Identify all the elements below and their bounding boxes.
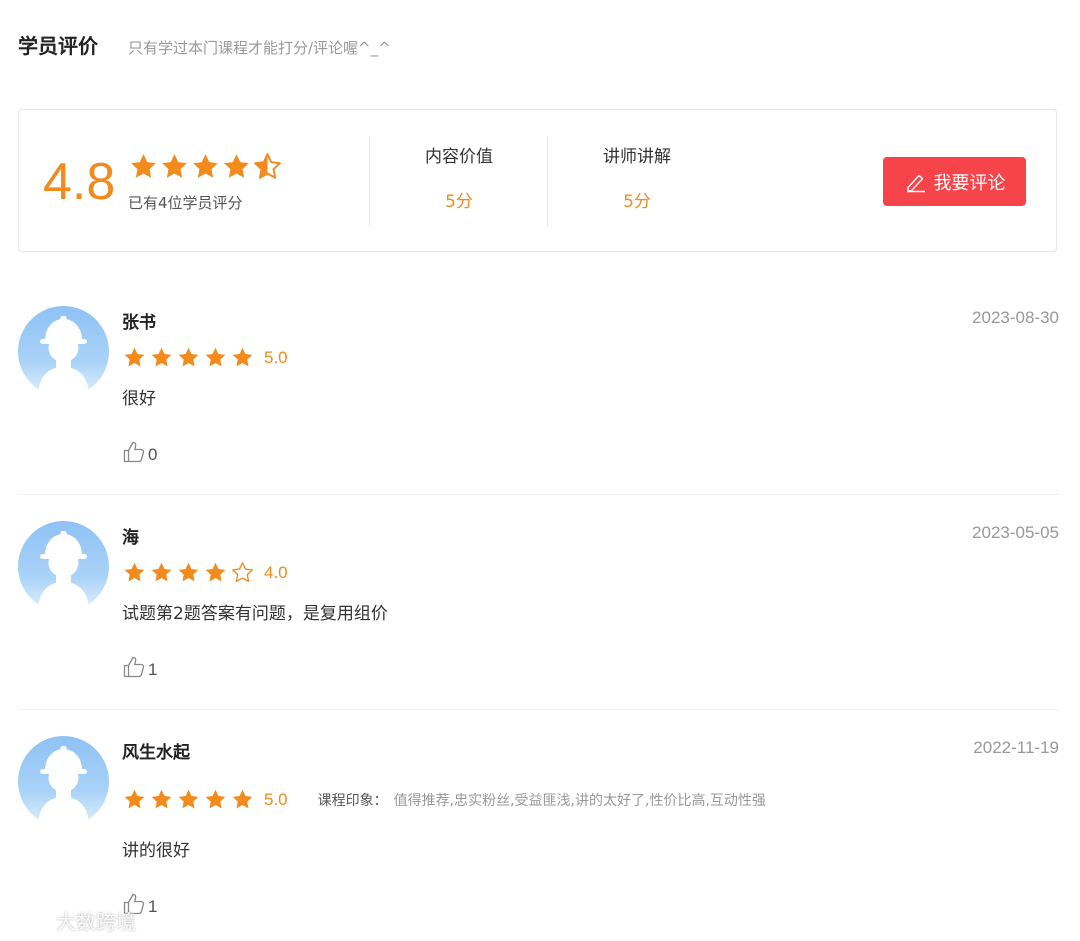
like-count: 1 — [148, 660, 158, 679]
rating-count: 已有4位学员评分 — [128, 194, 243, 212]
rating-summary: 4.8 已有4位学员评分 内容价值 5分 讲师讲解 5分 我要评论 — [18, 109, 1057, 252]
review-score: 5.0 — [264, 347, 288, 367]
like-button[interactable]: 1 — [122, 655, 157, 679]
star-icon — [205, 789, 226, 809]
course-reviews-page: 学员评价 只有学过本门课程才能打分/评论喔^_^ 4.8 已有4位学员评分 内容… — [0, 0, 1080, 941]
write-review-button[interactable]: 我要评论 — [883, 157, 1026, 206]
star-icon — [224, 154, 249, 178]
watermark-text: 大数跨境 — [56, 910, 136, 934]
section-title: 学员评价 — [18, 34, 98, 58]
review-date: 2022-11-19 — [973, 738, 1059, 757]
star-icon — [151, 562, 172, 582]
metric-instructor: 讲师讲解 5分 — [577, 142, 697, 212]
review-item: 张书 2023-08-30 5.0 很好 0 — [18, 306, 1059, 495]
star-icon — [151, 789, 172, 809]
metric-content-value: 内容价值 5分 — [399, 142, 519, 212]
star-icon — [205, 347, 226, 367]
like-count: 1 — [148, 897, 158, 916]
review-stars: 5.0 — [123, 346, 288, 369]
empty-star-icon — [232, 562, 253, 583]
default-avatar-icon — [18, 521, 109, 612]
review-date: 2023-05-05 — [972, 523, 1059, 542]
thumbs-up-icon — [123, 441, 145, 463]
review-stars: 4.0 — [123, 561, 288, 584]
review-score: 5.0 — [264, 789, 288, 809]
star-icon — [232, 347, 253, 367]
star-icon — [178, 347, 199, 367]
section-header: 学员评价 只有学过本门课程才能打分/评论喔^_^ — [18, 30, 391, 59]
review-date: 2023-08-30 — [972, 308, 1059, 327]
review-text: 试题第2题答案有问题，是复用组价 — [122, 604, 388, 624]
review-text: 讲的很好 — [122, 841, 190, 861]
review-item: 风生水起 2022-11-19 5.0 课程印象： 值得推荐,忠实粉丝,受益匪浅… — [18, 736, 1059, 936]
impression-tags: 值得推荐,忠实粉丝,受益匪浅,讲的太好了,性价比高,互动性强 — [393, 792, 766, 809]
overall-score: 4.8 — [43, 153, 116, 211]
thumbs-up-icon — [123, 656, 145, 678]
metric-value: 5分 — [445, 192, 473, 212]
star-icon — [193, 154, 218, 178]
impression-label: 课程印象： — [317, 792, 388, 809]
metric-label: 讲师讲解 — [603, 147, 671, 167]
review-text: 很好 — [122, 389, 156, 409]
like-button[interactable]: 0 — [122, 440, 157, 464]
star-icon — [178, 789, 199, 809]
star-icon — [124, 562, 145, 582]
star-icon — [131, 154, 156, 178]
metric-label: 内容价值 — [425, 147, 493, 167]
star-icon — [178, 562, 199, 582]
star-icon — [124, 789, 145, 809]
write-review-label: 我要评论 — [933, 172, 1006, 194]
divider — [369, 136, 370, 226]
star-icon — [162, 154, 187, 178]
half-star-icon — [254, 153, 281, 179]
overall-stars — [129, 152, 284, 181]
watermark: 大数跨境 — [8, 906, 136, 935]
section-subtitle: 只有学过本门课程才能打分/评论喔^_^ — [128, 39, 391, 57]
reviewer-name: 风生水起 — [122, 743, 190, 763]
metric-value: 5分 — [623, 192, 651, 212]
star-icon — [232, 789, 253, 809]
watermark-logo-icon — [9, 912, 45, 933]
reviewer-name: 张书 — [122, 313, 156, 333]
star-icon — [205, 562, 226, 582]
default-avatar-icon — [18, 736, 109, 827]
review-item: 海 2023-05-05 4.0 试题第2题答案有问题，是复用组价 1 — [18, 521, 1059, 710]
review-score: 4.0 — [264, 562, 288, 582]
review-stars: 5.0 课程印象： 值得推荐,忠实粉丝,受益匪浅,讲的太好了,性价比高,互动性强 — [123, 788, 766, 811]
edit-icon — [906, 174, 925, 192]
star-icon — [151, 347, 172, 367]
like-count: 0 — [148, 445, 158, 464]
default-avatar-icon — [18, 306, 109, 397]
reviewer-name: 海 — [122, 528, 139, 548]
star-icon — [124, 347, 145, 367]
divider — [547, 136, 548, 226]
